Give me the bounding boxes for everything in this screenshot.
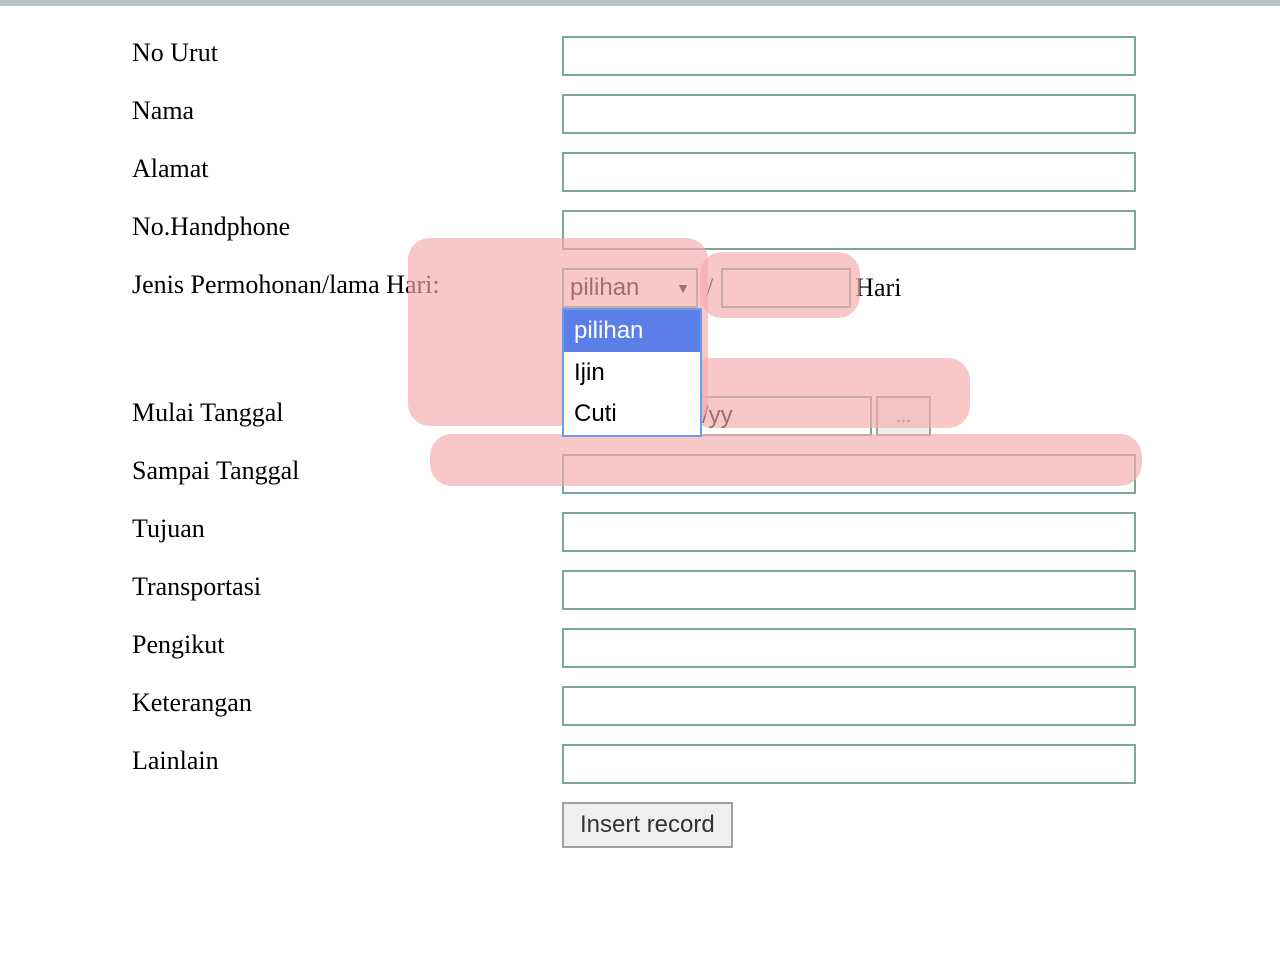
date-picker-button[interactable]: ... [876,396,931,436]
label-no-handphone: No.Handphone [132,210,562,244]
select-jenis-permohonan[interactable]: pilihan ▼ [562,268,698,308]
row-keterangan: Keterangan [132,686,1280,728]
insert-record-button[interactable]: Insert record [562,802,733,848]
input-lama-hari[interactable] [721,268,851,308]
input-sampai-tanggal[interactable] [562,454,1136,494]
row-alamat: Alamat [132,152,1280,194]
input-nama[interactable] [562,94,1136,134]
input-no-urut[interactable] [562,36,1136,76]
input-tujuan[interactable] [562,512,1136,552]
input-alamat[interactable] [562,152,1136,192]
dropdown-option-pilihan[interactable]: pilihan [564,310,700,352]
label-no-urut: No Urut [132,36,562,70]
label-pengikut: Pengikut [132,628,562,662]
row-tujuan: Tujuan [132,512,1280,554]
label-keterangan: Keterangan [132,686,562,720]
form-container: No Urut Nama Alamat No.Handphone Jenis P… [0,6,1280,848]
label-alamat: Alamat [132,152,562,186]
label-mulai-tanggal: Mulai Tanggal [132,396,562,430]
label-hari-suffix: Hari [855,273,901,303]
input-pengikut[interactable] [562,628,1136,668]
row-mulai-tanggal: Mulai Tanggal /yy ... [132,396,1280,438]
date-placeholder-text: /yy [702,402,733,430]
select-value: pilihan [570,274,639,302]
row-transportasi: Transportasi [132,570,1280,612]
dropdown-option-ijin[interactable]: Ijin [564,352,700,394]
label-nama: Nama [132,94,562,128]
row-pengikut: Pengikut [132,628,1280,670]
label-lainlain: Lainlain [132,744,562,778]
row-jenis-permohonan: Jenis Permohonan/lama Hari: pilihan ▼ pi… [132,268,1280,310]
dropdown-option-cuti[interactable]: Cuti [564,393,700,435]
separator-slash: / [706,273,713,303]
input-no-handphone[interactable] [562,210,1136,250]
input-lainlain[interactable] [562,744,1136,784]
chevron-down-icon: ▼ [676,280,690,296]
dropdown-spacer [132,326,1280,396]
input-keterangan[interactable] [562,686,1136,726]
label-tujuan: Tujuan [132,512,562,546]
row-no-handphone: No.Handphone [132,210,1280,252]
label-jenis-permohonan: Jenis Permohonan/lama Hari: [132,268,562,302]
dropdown-jenis-permohonan: pilihan Ijin Cuti [562,308,702,437]
row-submit: Insert record [132,802,1280,848]
row-lainlain: Lainlain [132,744,1280,786]
row-nama: Nama [132,94,1280,136]
row-no-urut: No Urut [132,36,1280,78]
label-transportasi: Transportasi [132,570,562,604]
input-transportasi[interactable] [562,570,1136,610]
label-sampai-tanggal: Sampai Tanggal [132,454,562,488]
row-sampai-tanggal: Sampai Tanggal [132,454,1280,496]
